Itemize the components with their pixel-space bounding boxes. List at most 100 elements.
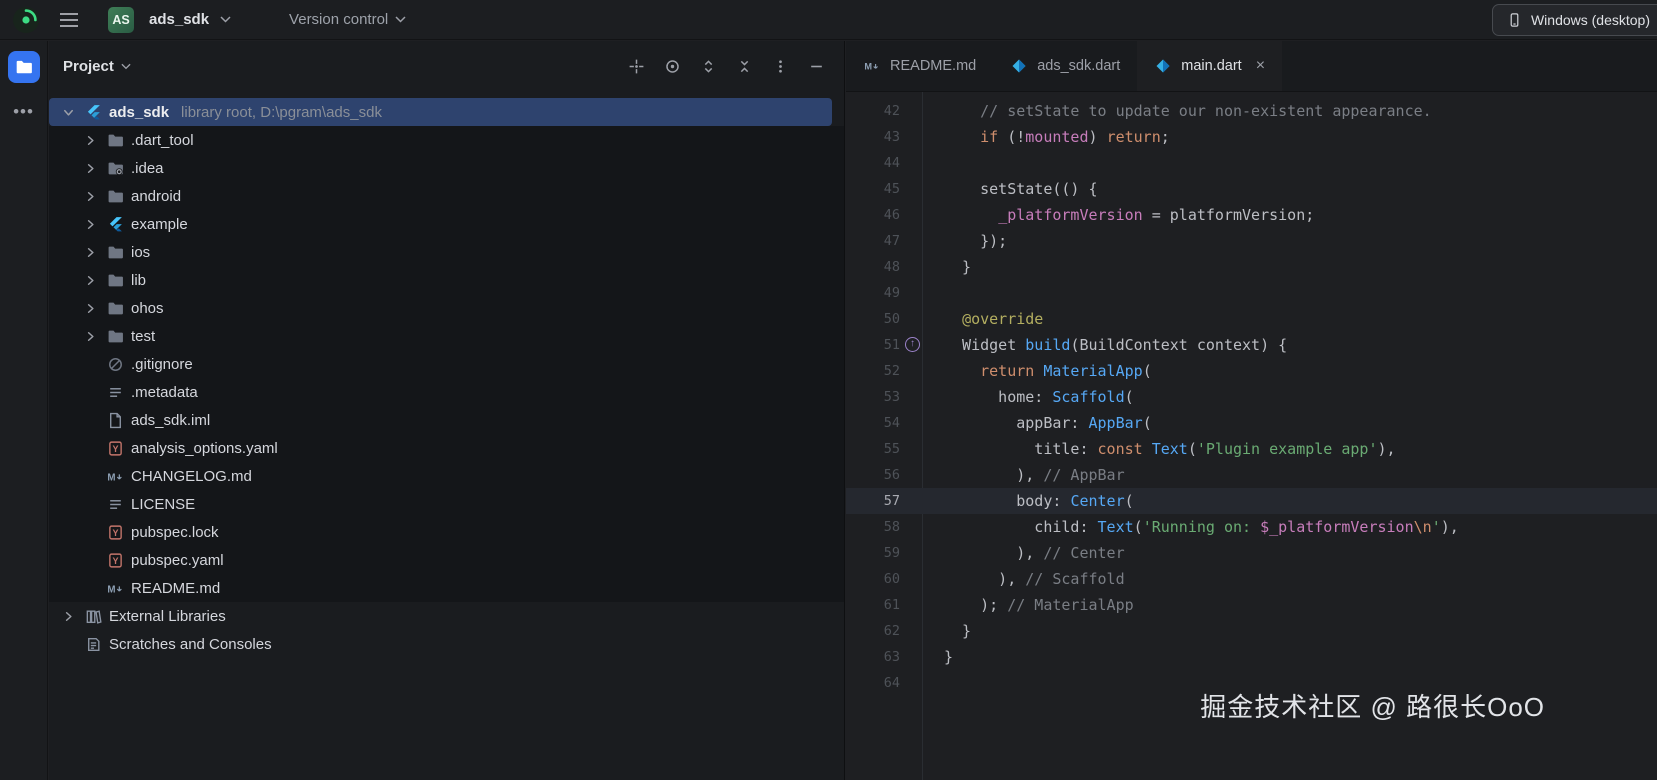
code-line-45[interactable]: 45 setState(() {: [846, 176, 1657, 202]
tree-item--dart-tool[interactable]: .dart_tool: [49, 126, 832, 154]
line-number: 61: [883, 597, 900, 613]
hamburger-menu-icon[interactable]: [52, 5, 86, 35]
line-number: 62: [883, 623, 900, 639]
code-line-52[interactable]: 52 return MaterialApp(: [846, 358, 1657, 384]
code-line-46[interactable]: 46 _platformVersion = platformVersion;: [846, 202, 1657, 228]
project-panel-toolbar: [622, 52, 830, 80]
overriding-method-icon[interactable]: ↑: [905, 337, 920, 352]
tree-item-ads-sdk-iml[interactable]: ads_sdk.iml: [49, 406, 832, 434]
editor-tab-ads-sdk-dart[interactable]: ads_sdk.dart: [993, 41, 1137, 91]
tree-item-example[interactable]: example: [49, 210, 832, 238]
tree-item-label: External Libraries: [109, 607, 226, 625]
chevron-right-icon[interactable]: [59, 607, 77, 625]
code-lines: 42 // setState to update our non-existen…: [846, 98, 1657, 696]
chevron-right-icon[interactable]: [81, 271, 99, 289]
code-line-61[interactable]: 61 ); // MaterialApp: [846, 592, 1657, 618]
tree-item-changelog-md[interactable]: M CHANGELOG.md: [49, 462, 832, 490]
code-line-48[interactable]: 48 }: [846, 254, 1657, 280]
tree-item-ios[interactable]: ios: [49, 238, 832, 266]
tree-item-label: android: [131, 187, 182, 205]
code-line-62[interactable]: 62 }: [846, 618, 1657, 644]
code-token: });: [944, 232, 1008, 250]
tree-item-readme-md[interactable]: M README.md: [49, 574, 832, 602]
select-opened-file-button[interactable]: [622, 52, 650, 80]
code-line-49[interactable]: 49: [846, 280, 1657, 306]
code-text: home: Scaffold(: [922, 384, 1133, 410]
code-line-42[interactable]: 42 // setState to update our non-existen…: [846, 98, 1657, 124]
collapse-all-button[interactable]: [730, 52, 758, 80]
folder-idea-icon: [106, 159, 124, 177]
tree-item-license[interactable]: LICENSE: [49, 490, 832, 518]
tree-item--gitignore[interactable]: .gitignore: [49, 350, 832, 378]
tree-item-scratches-and-consoles[interactable]: Scratches and Consoles: [49, 630, 832, 658]
code-line-63[interactable]: 63}: [846, 644, 1657, 670]
tree-item--idea[interactable]: .idea: [49, 154, 832, 182]
more-tool-windows-icon[interactable]: •••: [13, 103, 34, 120]
git-icon: [106, 355, 124, 373]
line-number: 59: [883, 545, 900, 561]
chevron-down-icon[interactable]: [220, 16, 231, 23]
code-token: (: [1124, 492, 1134, 510]
hide-panel-button[interactable]: [802, 52, 830, 80]
chevron-right-icon[interactable]: [81, 215, 99, 233]
tree-item-external-libraries[interactable]: External Libraries: [49, 602, 832, 630]
chevron-down-icon: [121, 63, 131, 69]
locate-button[interactable]: [658, 52, 686, 80]
device-selector[interactable]: Windows (desktop): [1491, 4, 1657, 36]
tree-item--metadata[interactable]: .metadata: [49, 378, 832, 406]
code-line-57[interactable]: 57 body: Center(: [846, 488, 1657, 514]
code-token: }: [944, 622, 972, 640]
options-button[interactable]: [766, 52, 794, 80]
project-name-dropdown[interactable]: ads_sdk: [149, 11, 209, 28]
tree-item-android[interactable]: android: [49, 182, 832, 210]
code-token: return: [1106, 128, 1161, 146]
tree-item-label: README.md: [131, 579, 221, 597]
code-text: }: [922, 254, 971, 280]
expand-all-button[interactable]: [694, 52, 722, 80]
chevron-right-icon[interactable]: [81, 327, 99, 345]
tree-item-pubspec-lock[interactable]: Ypubspec.lock: [49, 518, 832, 546]
chevron-down-icon[interactable]: [59, 103, 77, 121]
editor-tab-main-dart[interactable]: main.dart ×: [1137, 41, 1283, 91]
code-line-56[interactable]: 56 ), // AppBar: [846, 462, 1657, 488]
code-line-53[interactable]: 53 home: Scaffold(: [846, 384, 1657, 410]
chevron-right-icon[interactable]: [81, 159, 99, 177]
chevron-right-icon[interactable]: [81, 187, 99, 205]
code-line-50[interactable]: 50 @override: [846, 306, 1657, 332]
close-tab-icon[interactable]: ×: [1256, 58, 1265, 74]
tree-item-label: test: [131, 327, 156, 345]
code-token: 'Plugin example app': [1196, 440, 1378, 458]
folder-icon: [106, 187, 124, 205]
chevron-right-icon[interactable]: [81, 131, 99, 149]
tree-item-ohos[interactable]: ohos: [49, 294, 832, 322]
tree-item-lib[interactable]: lib: [49, 266, 832, 294]
tree-item-ads-sdk[interactable]: ads_sdk library root, D:\pgram\ads_sdk: [49, 98, 832, 126]
markdown-icon: M: [106, 467, 124, 485]
tree-item-label: example: [131, 215, 188, 233]
line-number: 44: [883, 155, 900, 171]
code-line-55[interactable]: 55 title: const Text('Plugin example app…: [846, 436, 1657, 462]
tree-item-pubspec-yaml[interactable]: Ypubspec.yaml: [49, 546, 832, 574]
editor-area: M README.md ads_sdk.dart main.dart × 42 // s…: [846, 41, 1657, 780]
chevron-right-icon[interactable]: [81, 243, 99, 261]
flutter-icon: [106, 215, 124, 233]
code-line-59[interactable]: 59 ), // Center: [846, 540, 1657, 566]
code-line-58[interactable]: 58 child: Text('Running on: $_platformVe…: [846, 514, 1657, 540]
chevron-right-icon[interactable]: [81, 299, 99, 317]
project-tool-window-button[interactable]: [7, 51, 40, 83]
tree-item-test[interactable]: test: [49, 322, 832, 350]
code-line-51[interactable]: 51 ↑ Widget build(BuildContext context) {: [846, 332, 1657, 358]
code-line-54[interactable]: 54 appBar: AppBar(: [846, 410, 1657, 436]
code-line-60[interactable]: 60 ), // Scaffold: [846, 566, 1657, 592]
version-control-dropdown[interactable]: Version control: [289, 11, 406, 28]
code-editor[interactable]: 42 // setState to update our non-existen…: [846, 92, 1657, 780]
project-panel-title-dropdown[interactable]: Project: [63, 58, 131, 75]
code-line-43[interactable]: 43 if (!mounted) return;: [846, 124, 1657, 150]
code-token: (!: [998, 128, 1026, 146]
tree-item-analysis-options-yaml[interactable]: Yanalysis_options.yaml: [49, 434, 832, 462]
code-line-44[interactable]: 44: [846, 150, 1657, 176]
editor-tab-readme-md[interactable]: M README.md: [846, 41, 993, 91]
code-line-47[interactable]: 47 });: [846, 228, 1657, 254]
